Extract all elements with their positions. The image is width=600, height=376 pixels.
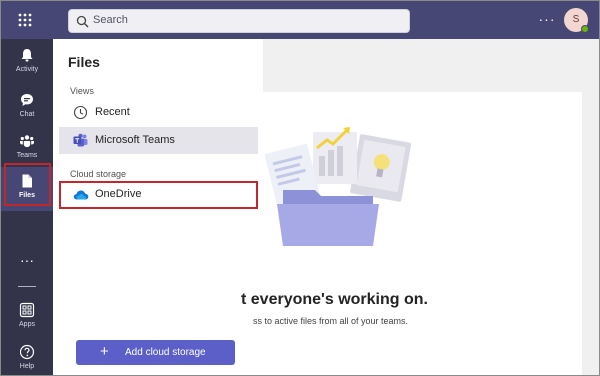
rail-item-chat[interactable]: Chat — [1, 86, 53, 130]
rail-label-apps: Apps — [19, 321, 35, 328]
help-icon — [19, 344, 35, 360]
nav-label-recent: Recent — [95, 106, 130, 118]
rail-item-apps[interactable]: Apps — [1, 296, 53, 340]
onedrive-highlight-box — [59, 181, 258, 209]
nav-item-recent[interactable]: Recent — [59, 99, 258, 126]
rail-divider — [18, 286, 36, 287]
chat-icon — [19, 92, 35, 108]
nav-label-microsoft-teams: Microsoft Teams — [95, 134, 175, 146]
rail-label-teams: Teams — [16, 152, 38, 159]
plus-icon: + — [100, 343, 109, 360]
panel-title: Files — [68, 54, 100, 70]
search-icon — [76, 15, 89, 28]
rail-label-activity: Activity — [15, 66, 39, 73]
top-bar: Search ··· S — [1, 1, 599, 39]
clock-icon — [73, 105, 88, 120]
views-section-label: Views — [70, 86, 94, 96]
app-bar: Activity Chat Teams Files ··· Apps Help — [1, 39, 53, 375]
nav-item-microsoft-teams[interactable]: Microsoft Teams — [59, 127, 258, 154]
app-launcher-icon[interactable] — [14, 9, 36, 31]
teams-window: Search ··· S Activity Chat Teams Files ·… — [0, 0, 600, 376]
files-highlight-box — [4, 163, 51, 206]
rail-item-activity[interactable]: Activity — [1, 41, 53, 85]
rail-label-chat: Chat — [19, 111, 35, 118]
rail-label-help: Help — [19, 363, 35, 370]
empty-state-card: t everyone's working on. ss to active fi… — [241, 92, 582, 375]
teams-icon — [19, 133, 35, 149]
avatar-initial: S — [572, 14, 580, 25]
more-apps-icon[interactable]: ··· — [1, 253, 53, 274]
rail-item-help[interactable]: Help — [1, 338, 53, 375]
files-illustration — [263, 108, 433, 248]
main-content: t everyone's working on. ss to active fi… — [241, 39, 599, 375]
cloud-storage-section-label: Cloud storage — [70, 169, 127, 179]
search-input[interactable]: Search — [68, 9, 410, 33]
add-cloud-storage-button[interactable]: + Add cloud storage — [76, 340, 235, 365]
teams-logo-icon — [73, 133, 88, 148]
avatar[interactable]: S — [564, 8, 589, 33]
empty-state-headline: t everyone's working on. — [241, 291, 428, 308]
bell-icon — [19, 47, 35, 63]
add-cloud-storage-label: Add cloud storage — [125, 347, 206, 358]
presence-available-icon — [581, 25, 589, 33]
files-panel: Files Views Recent Microsoft Teams Cloud… — [53, 39, 263, 375]
empty-state-description: ss to active files from all of your team… — [253, 316, 409, 326]
more-options-icon[interactable]: ··· — [537, 10, 557, 30]
apps-icon — [19, 302, 35, 318]
search-placeholder: Search — [93, 14, 128, 26]
